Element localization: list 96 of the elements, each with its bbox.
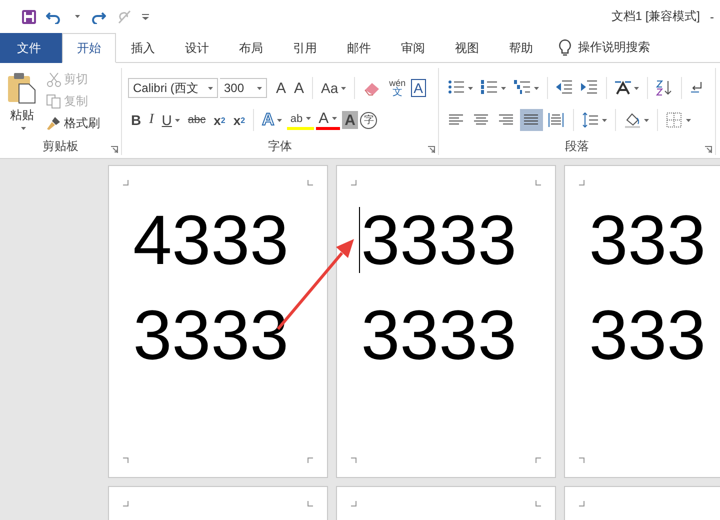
font-color-button[interactable]: A (316, 110, 340, 130)
dropdown-caret-icon[interactable] (208, 86, 213, 90)
superscript-button[interactable]: x$^{2}$ (230, 109, 248, 131)
italic-button[interactable]: I (146, 109, 157, 131)
document-text: 3333 (133, 295, 289, 376)
ribbon-tab[interactable]: 视图 (440, 33, 494, 63)
group-label: 剪贴板 (42, 138, 78, 154)
margin-corner-icon (535, 457, 541, 463)
dropdown-caret-icon[interactable] (644, 118, 649, 122)
highlight-button[interactable]: ab (287, 110, 314, 130)
margin-corner-icon (351, 180, 357, 186)
customize-caret-icon[interactable] (142, 14, 149, 20)
dropdown-caret-icon[interactable] (468, 86, 473, 90)
dropdown-caret-icon[interactable] (332, 117, 337, 120)
strikethrough-button[interactable]: abc (184, 109, 209, 131)
numbering-icon (481, 80, 498, 96)
margin-corner-icon (351, 457, 357, 463)
document-text: 3333 (361, 200, 517, 281)
minimize-button[interactable]: - (708, 10, 716, 24)
ribbon-tab[interactable]: 插入 (116, 33, 170, 63)
ribbon-tab[interactable]: 审阅 (386, 33, 440, 63)
asian-layout-icon (614, 80, 631, 96)
margin-corner-icon (123, 457, 129, 463)
group-label: 段落 (565, 138, 589, 154)
paintbrush-icon (46, 116, 61, 130)
dropdown-caret-icon[interactable] (306, 117, 311, 120)
text-effects-button[interactable]: A (259, 109, 286, 131)
line-spacing-icon (582, 112, 599, 128)
margin-corner-icon (123, 501, 129, 507)
ribbon-tab[interactable]: 布局 (224, 33, 278, 63)
file-tab[interactable]: 文件 (0, 33, 62, 63)
dialog-launcher-icon[interactable] (428, 146, 435, 153)
dropdown-caret-icon[interactable] (501, 86, 506, 90)
dropdown-caret-icon[interactable] (257, 86, 262, 90)
dropdown-caret-icon[interactable] (174, 118, 180, 122)
margin-corner-icon (579, 457, 585, 463)
dialog-launcher-icon[interactable] (111, 146, 118, 153)
dialog-launcher-icon[interactable] (705, 146, 712, 153)
margin-corner-icon (351, 501, 357, 507)
margin-corner-icon (307, 180, 313, 186)
distributed-icon (548, 112, 565, 128)
dropdown-caret-icon[interactable] (686, 118, 691, 122)
grow-font-button[interactable]: A (273, 77, 290, 99)
dropdown-caret-icon[interactable] (21, 127, 26, 130)
dropdown-caret-icon[interactable] (277, 118, 282, 122)
phonetic-guide-button[interactable]: wén 文 (386, 77, 409, 99)
document-text: 4333 (133, 200, 289, 281)
scissors-icon (46, 72, 61, 86)
copy-icon (46, 94, 61, 108)
justify-button[interactable] (520, 109, 543, 131)
underline-button[interactable]: U (158, 109, 183, 131)
save-icon[interactable] (22, 10, 36, 24)
group-label: 字体 (268, 138, 292, 154)
change-case-button[interactable]: Aa (318, 77, 350, 99)
shading-icon (624, 112, 641, 128)
margin-corner-icon (307, 501, 313, 507)
margin-corner-icon (535, 180, 541, 186)
dropdown-caret-icon[interactable] (341, 86, 346, 90)
lightbulb-icon (558, 38, 572, 56)
margin-corner-icon (579, 180, 585, 186)
margin-corner-icon (535, 501, 541, 507)
ribbon-tab[interactable]: 邮件 (332, 33, 386, 63)
font-size-field[interactable]: 300 (220, 78, 267, 98)
dropdown-caret-icon[interactable] (75, 15, 80, 18)
ribbon-tab[interactable]: 开始 (62, 33, 116, 63)
multilevel-list-icon (514, 80, 531, 96)
ribbon-tab[interactable]: 设计 (170, 33, 224, 63)
borders-icon (666, 112, 683, 128)
character-shading-button[interactable]: A (342, 111, 358, 129)
bold-button[interactable]: B (128, 109, 144, 131)
window-title: 文档1 [兼容模式] (611, 8, 700, 25)
undo-icon[interactable] (46, 10, 62, 24)
clipboard-icon[interactable] (7, 72, 37, 104)
shrink-font-button[interactable]: A (291, 77, 308, 99)
ribbon-tab[interactable]: 帮助 (494, 33, 548, 63)
document-text: 333 (589, 295, 706, 376)
enclose-characters-button[interactable]: 字 (360, 112, 378, 128)
margin-corner-icon (307, 457, 313, 463)
tell-me-search[interactable]: 操作说明搜索 (548, 33, 660, 62)
redo-icon[interactable] (90, 10, 106, 24)
bullets-icon (448, 80, 465, 96)
sort-icon (656, 80, 672, 96)
character-border-button[interactable]: A (410, 79, 426, 97)
paste-button[interactable]: 粘贴 (4, 68, 40, 137)
document-text: 333 (589, 200, 706, 281)
dropdown-caret-icon[interactable] (602, 118, 607, 122)
ribbon-tab[interactable]: 引用 (278, 33, 332, 63)
increase-indent-icon (580, 80, 598, 96)
decrease-indent-icon (556, 80, 572, 96)
document-text: 3333 (361, 295, 517, 376)
margin-corner-icon (579, 501, 585, 507)
font-name-field[interactable]: Calibri (西文 (128, 78, 218, 98)
dropdown-caret-icon[interactable] (534, 86, 539, 90)
format-painter-button[interactable]: 格式刷 (46, 114, 100, 132)
margin-corner-icon (123, 180, 129, 186)
dropdown-caret-icon[interactable] (634, 86, 639, 90)
